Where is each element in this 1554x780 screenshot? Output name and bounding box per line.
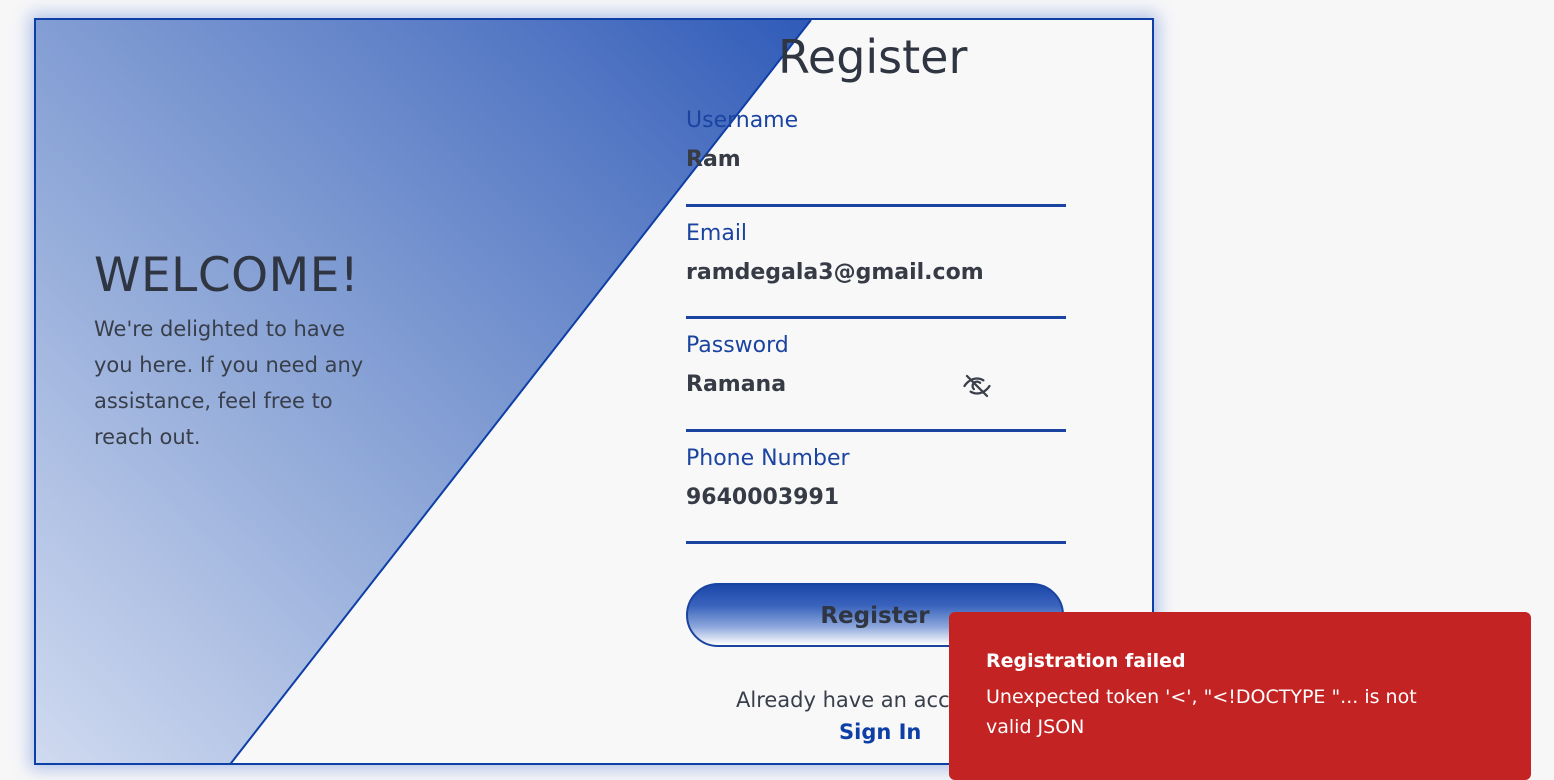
phone-field: Phone Number 9640003991	[686, 446, 1066, 544]
register-title: Register	[778, 30, 968, 84]
username-field: Username Ram	[686, 108, 1066, 207]
sign-in-link[interactable]: Sign In	[839, 720, 921, 744]
email-field: Email ramdegala3@gmail.com	[686, 221, 1066, 319]
phone-underline	[686, 541, 1066, 544]
toast-title: Registration failed	[986, 650, 1186, 672]
eye-off-icon[interactable]	[962, 371, 992, 401]
phone-input[interactable]: 9640003991	[686, 485, 1066, 510]
password-field: Password Ramana	[686, 333, 1066, 432]
email-underline	[686, 316, 1066, 319]
welcome-message: We're delighted to have you here. If you…	[94, 317, 364, 449]
username-label: Username	[686, 108, 799, 133]
password-underline	[686, 429, 1066, 432]
email-input[interactable]: ramdegala3@gmail.com	[686, 260, 1066, 285]
password-label: Password	[686, 333, 789, 358]
toast-message: Unexpected token '<', "<!DOCTYPE "... is…	[986, 686, 1417, 738]
username-underline	[686, 204, 1066, 207]
username-input[interactable]: Ram	[686, 147, 1066, 172]
email-label: Email	[686, 221, 748, 246]
welcome-section: WELCOME! We're delighted to have you her…	[94, 248, 394, 455]
phone-label: Phone Number	[686, 446, 850, 471]
error-toast[interactable]: Registration failed Unexpected token '<'…	[949, 612, 1531, 780]
password-input[interactable]: Ramana	[686, 372, 1066, 397]
welcome-heading: WELCOME!	[94, 248, 360, 303]
